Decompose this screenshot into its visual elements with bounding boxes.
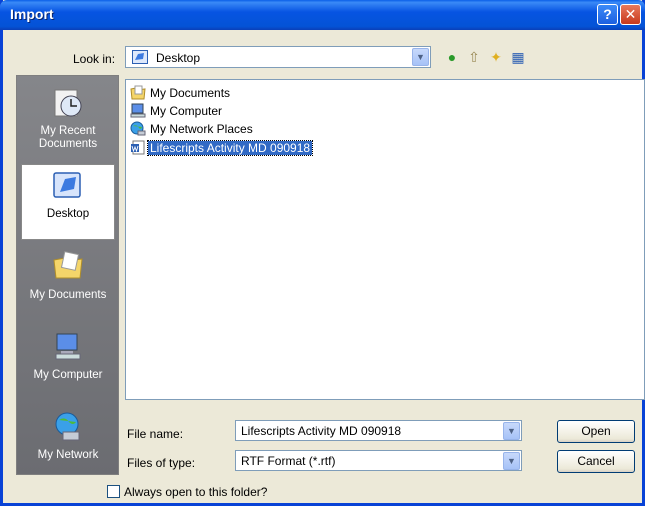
import-dialog: Import ? ✕ Look in: Desktop ▼ ● ⇧ ✦ ▦ My… <box>0 0 645 506</box>
place-my-documents[interactable]: My Documents <box>21 246 115 322</box>
recent-documents-icon <box>54 89 82 117</box>
look-in-value: Desktop <box>156 51 201 65</box>
my-computer-icon <box>55 333 81 360</box>
chevron-down-icon[interactable]: ▼ <box>412 48 429 66</box>
place-desktop[interactable]: Desktop <box>21 164 115 240</box>
always-open-checkbox[interactable] <box>107 485 120 498</box>
file-list[interactable]: My Documents My Computer My Network Plac… <box>125 79 645 400</box>
computer-icon <box>130 103 146 118</box>
place-recent-documents[interactable]: My Recent Documents <box>21 82 115 158</box>
place-label: My Network <box>37 449 99 461</box>
close-button[interactable]: ✕ <box>620 4 641 25</box>
new-folder-icon[interactable]: ✦ <box>487 48 505 66</box>
place-my-computer[interactable]: My Computer <box>21 326 115 402</box>
look-in-dropdown[interactable]: Desktop ▼ <box>125 46 431 68</box>
file-name: My Documents <box>150 86 231 100</box>
file-type-label: Files of type: <box>127 456 196 470</box>
up-folder-icon[interactable]: ⇧ <box>465 48 483 66</box>
back-icon[interactable]: ● <box>443 48 461 66</box>
views-menu-icon[interactable]: ▦ <box>509 48 527 66</box>
place-label: My Documents <box>29 289 107 301</box>
file-name-value: Lifescripts Activity MD 090918 <box>241 424 402 438</box>
place-label: My Recent Documents <box>38 125 98 150</box>
file-name-input[interactable]: Lifescripts Activity MD 090918 ▼ <box>235 420 522 441</box>
chevron-down-icon[interactable]: ▼ <box>503 452 520 470</box>
open-button[interactable]: Open <box>557 420 635 443</box>
my-network-icon <box>55 412 80 441</box>
place-my-network[interactable]: My Network <box>21 406 115 482</box>
dialog-title: Import <box>10 6 54 22</box>
chevron-down-icon[interactable]: ▼ <box>503 422 520 440</box>
desktop-icon <box>132 50 148 64</box>
network-icon <box>130 121 146 136</box>
help-button[interactable]: ? <box>597 4 618 25</box>
file-type-value: RTF Format (*.rtf) <box>241 454 336 468</box>
cancel-button[interactable]: Cancel <box>557 450 635 473</box>
desktop-icon <box>53 172 81 198</box>
folder-documents-icon <box>130 85 146 100</box>
file-type-select[interactable]: RTF Format (*.rtf) ▼ <box>235 450 522 471</box>
place-label: Desktop <box>46 208 90 220</box>
file-name: My Computer <box>150 104 223 118</box>
word-document-icon <box>131 140 145 155</box>
title-bar[interactable]: Import ? ✕ <box>0 0 645 30</box>
place-label: My Computer <box>33 369 103 381</box>
places-bar: My Recent Documents Desktop My Documents… <box>16 75 119 475</box>
file-name: Lifescripts Activity MD 090918 <box>146 140 314 156</box>
always-open-label[interactable]: Always open to this folder? <box>124 485 267 499</box>
file-name-label: File name: <box>127 427 184 441</box>
my-documents-icon <box>53 251 83 279</box>
look-in-label: Look in: <box>73 52 116 66</box>
file-name: My Network Places <box>150 122 253 136</box>
